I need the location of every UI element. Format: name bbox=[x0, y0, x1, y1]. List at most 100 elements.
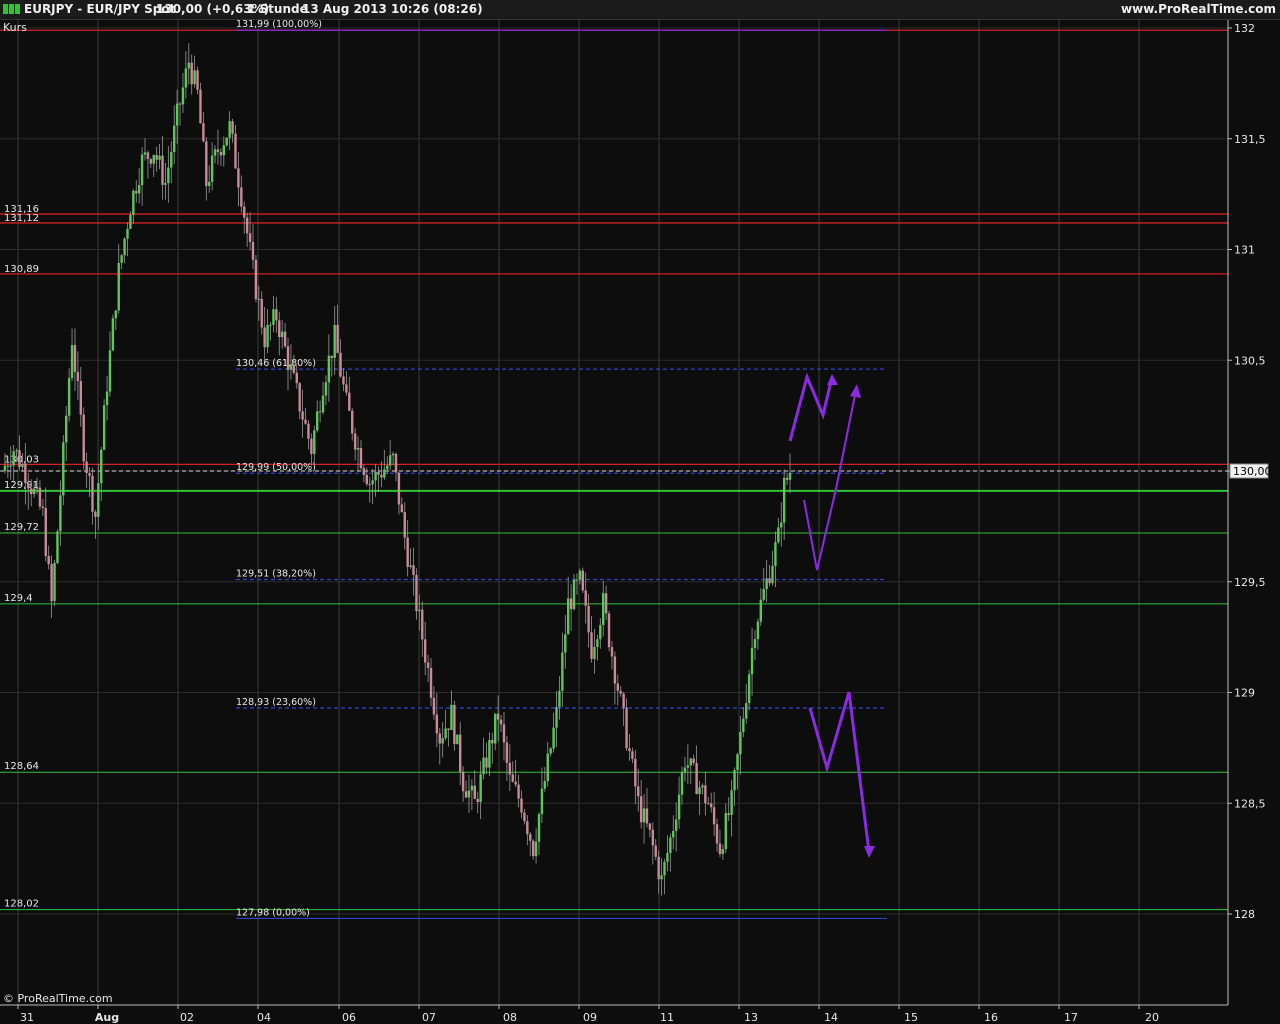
candle-up bbox=[172, 125, 176, 153]
candle-down bbox=[607, 613, 611, 648]
candle-down bbox=[461, 771, 465, 792]
candle-down bbox=[508, 762, 512, 775]
window-icon-2[interactable] bbox=[9, 4, 14, 14]
candle-down bbox=[517, 784, 520, 799]
candle-up bbox=[140, 154, 144, 186]
x-tick-label: Aug bbox=[95, 1011, 119, 1024]
y-tick-label: 129,5 bbox=[1234, 576, 1266, 589]
resistance-label: 131,12 bbox=[4, 213, 39, 224]
y-tick-label: 129 bbox=[1234, 687, 1255, 700]
candle-up bbox=[470, 785, 474, 791]
candle-down bbox=[76, 371, 80, 382]
candle-down bbox=[400, 504, 404, 513]
candle-down bbox=[330, 355, 333, 359]
candle-up bbox=[181, 87, 185, 105]
candle-up bbox=[15, 450, 18, 452]
window-icon-1[interactable] bbox=[3, 4, 8, 14]
candle-up bbox=[596, 639, 599, 647]
candle-down bbox=[24, 463, 27, 483]
candle-down bbox=[231, 121, 234, 134]
candle-up bbox=[742, 718, 745, 733]
candle-up bbox=[316, 411, 319, 431]
candle-down bbox=[628, 748, 631, 752]
candle-down bbox=[406, 537, 409, 567]
candle-up bbox=[289, 364, 293, 370]
candle-down bbox=[275, 309, 278, 321]
price-axis: 132131,5131130,5130129,5129128,5128130,0… bbox=[1227, 20, 1280, 1005]
period-label[interactable]: 1 Stunde bbox=[247, 2, 308, 16]
candlesticks bbox=[3, 43, 792, 896]
candle-up bbox=[386, 465, 389, 470]
candle-down bbox=[254, 259, 258, 300]
candle-up bbox=[120, 255, 123, 263]
candle-up bbox=[753, 639, 757, 648]
candle-down bbox=[476, 798, 479, 803]
candle-down bbox=[41, 506, 45, 509]
candle-up bbox=[686, 765, 690, 768]
candle-up bbox=[788, 472, 792, 480]
price-chart[interactable]: 131,16131,12130,89130,03129,91129,72129,… bbox=[0, 0, 1280, 1024]
candle-up bbox=[222, 145, 226, 156]
resistance-label: 130,03 bbox=[4, 454, 39, 465]
candle-up bbox=[771, 566, 774, 584]
candle-up bbox=[765, 578, 768, 590]
candle-down bbox=[657, 856, 660, 880]
candle-up bbox=[266, 324, 269, 348]
candle-down bbox=[526, 821, 529, 835]
candle-up bbox=[213, 149, 217, 156]
candle-up bbox=[575, 579, 579, 581]
candle-down bbox=[18, 450, 21, 467]
candle-up bbox=[479, 774, 482, 803]
candle-down bbox=[651, 829, 655, 846]
candle-down bbox=[768, 578, 771, 584]
candle-down bbox=[432, 697, 436, 715]
candle-down bbox=[216, 149, 220, 153]
candle-down bbox=[473, 785, 476, 799]
resistance-label: 130,89 bbox=[4, 264, 39, 275]
candle-down bbox=[715, 824, 719, 844]
candle-down bbox=[511, 774, 514, 782]
candle-up bbox=[674, 819, 678, 831]
candle-up bbox=[572, 579, 576, 610]
copyright-label: © ProRealTime.com bbox=[3, 992, 113, 1005]
x-tick-label: 14 bbox=[824, 1011, 838, 1024]
candle-up bbox=[482, 757, 485, 775]
candle-down bbox=[50, 564, 53, 602]
window-icon-3[interactable] bbox=[15, 4, 20, 14]
candle-up bbox=[578, 570, 582, 580]
candle-up bbox=[566, 598, 570, 635]
x-tick-label: 31 bbox=[20, 1011, 34, 1024]
candle-down bbox=[625, 707, 628, 749]
candle-down bbox=[251, 241, 255, 260]
candle-up bbox=[53, 562, 56, 602]
candle-up bbox=[167, 167, 170, 184]
candle-down bbox=[377, 471, 380, 475]
candle-up bbox=[333, 324, 336, 359]
candle-down bbox=[199, 89, 202, 124]
candle-up bbox=[558, 690, 561, 707]
candle-down bbox=[82, 414, 85, 462]
candle-up bbox=[701, 785, 704, 788]
candle-up bbox=[383, 469, 386, 478]
candle-up bbox=[108, 350, 112, 392]
candle-up bbox=[739, 732, 742, 755]
candle-down bbox=[359, 447, 363, 469]
symbol-name: EURJPY - EUR/JPY Spot bbox=[24, 2, 176, 16]
candle-down bbox=[237, 168, 240, 188]
candle-up bbox=[269, 324, 272, 326]
upper-zigzag-arrowhead bbox=[827, 374, 838, 385]
candle-down bbox=[584, 590, 587, 606]
candle-up bbox=[32, 488, 36, 495]
candle-down bbox=[491, 739, 494, 744]
grid-lines bbox=[0, 20, 1228, 1005]
candle-up bbox=[599, 625, 602, 640]
candle-up bbox=[666, 852, 669, 862]
support-label: 128,64 bbox=[4, 761, 39, 772]
candle-down bbox=[394, 453, 398, 473]
candle-up bbox=[129, 214, 132, 229]
candle-up bbox=[564, 634, 567, 653]
candle-down bbox=[631, 751, 634, 759]
site-link[interactable]: www.ProRealTime.com bbox=[1121, 2, 1276, 16]
candle-up bbox=[745, 703, 748, 719]
candle-down bbox=[202, 123, 205, 142]
